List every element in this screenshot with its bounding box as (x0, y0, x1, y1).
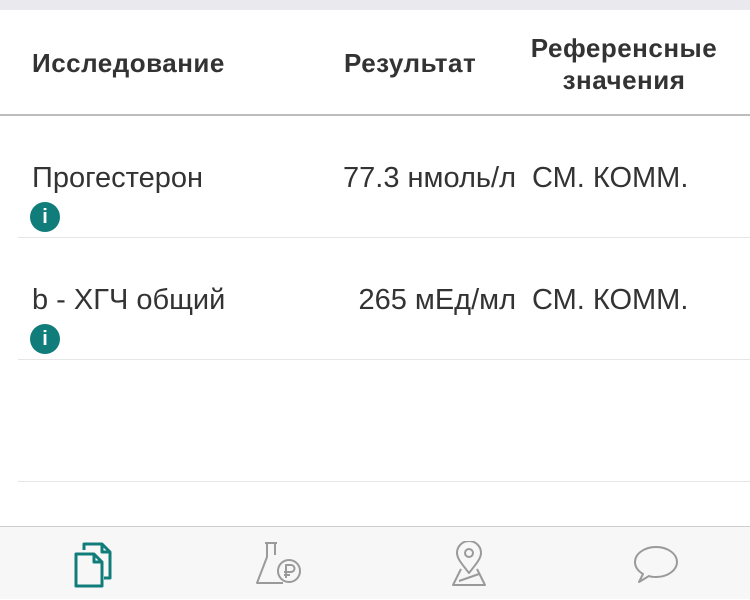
table-header: Исследование Результат Референсные значе… (0, 10, 750, 116)
tab-chat[interactable] (562, 527, 749, 600)
row-study-name: Прогестерон (32, 162, 204, 194)
row-reference-value: СМ. КОММ. (532, 162, 689, 194)
tab-documents[interactable] (0, 527, 187, 600)
table-row: b - ХГЧ общий 265 мЕд/мл СМ. КОММ. i (0, 238, 750, 360)
header-result: Результат (344, 48, 477, 78)
chat-bubble-icon (633, 545, 678, 583)
map-pin-icon (451, 540, 486, 586)
header-reference-line1: Референсные (530, 33, 718, 63)
tab-bar (0, 526, 750, 599)
top-strip (0, 0, 750, 10)
header-study: Исследование (32, 48, 225, 78)
info-icon[interactable]: i (30, 202, 60, 232)
empty-table-row (0, 360, 750, 482)
table-row: Прогестерон 77.3 нмоль/л СМ. КОММ. i (0, 116, 750, 238)
tab-lab-prices[interactable] (187, 527, 374, 600)
documents-icon (74, 542, 111, 587)
row-result-value: 77.3 нмоль/л (343, 162, 516, 194)
tab-map[interactable] (375, 527, 562, 600)
header-reference-line2: значения (562, 65, 686, 95)
row-divider (18, 481, 750, 482)
header-reference: Референсные значения (518, 32, 730, 96)
lab-price-icon (255, 541, 301, 584)
row-study-name: b - ХГЧ общий (32, 284, 226, 316)
row-reference-value: СМ. КОММ. (532, 284, 689, 316)
row-result-value: 265 мЕд/мл (358, 284, 516, 316)
info-icon[interactable]: i (30, 324, 60, 354)
